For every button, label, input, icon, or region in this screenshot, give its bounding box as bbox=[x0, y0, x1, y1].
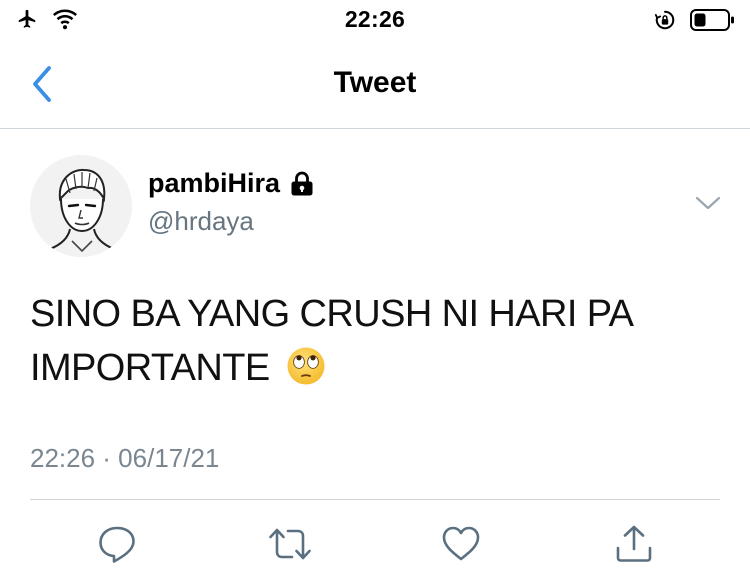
share-icon bbox=[616, 525, 652, 562]
tweet-text-content: SINO BA YANG CRUSH NI HARI PA IMPORTANTE bbox=[30, 293, 632, 389]
battery-icon bbox=[690, 9, 734, 31]
retweet-icon bbox=[269, 528, 311, 560]
chevron-down-icon bbox=[695, 196, 721, 210]
status-time: 22:26 bbox=[344, 6, 406, 32]
share-button[interactable] bbox=[614, 524, 654, 564]
display-name-text: pambiHira bbox=[148, 168, 281, 198]
tweet-menu-button[interactable] bbox=[694, 193, 722, 213]
status-right-icons bbox=[654, 8, 736, 32]
page-title: Tweet bbox=[333, 66, 417, 99]
handle[interactable]: @hrdaya bbox=[148, 206, 254, 237]
tweet-text: SINO BA YANG CRUSH NI HARI PA IMPORTANTE bbox=[30, 287, 720, 395]
nav-divider bbox=[0, 128, 750, 129]
avatar[interactable] bbox=[30, 155, 132, 257]
reply-icon bbox=[99, 526, 135, 563]
content-divider bbox=[30, 499, 720, 500]
rolling-eyes-emoji-icon bbox=[287, 347, 325, 385]
like-button[interactable] bbox=[441, 524, 481, 564]
orientation-lock-icon bbox=[654, 10, 675, 30]
retweet-button[interactable] bbox=[268, 524, 311, 564]
avatar-image bbox=[30, 155, 132, 257]
heart-icon bbox=[442, 526, 480, 561]
reply-button[interactable] bbox=[97, 524, 137, 564]
lock-icon bbox=[291, 171, 313, 195]
tweet-timestamp: 22:26 · 06/17/21 bbox=[30, 443, 220, 473]
display-name[interactable]: pambiHira bbox=[148, 168, 314, 199]
